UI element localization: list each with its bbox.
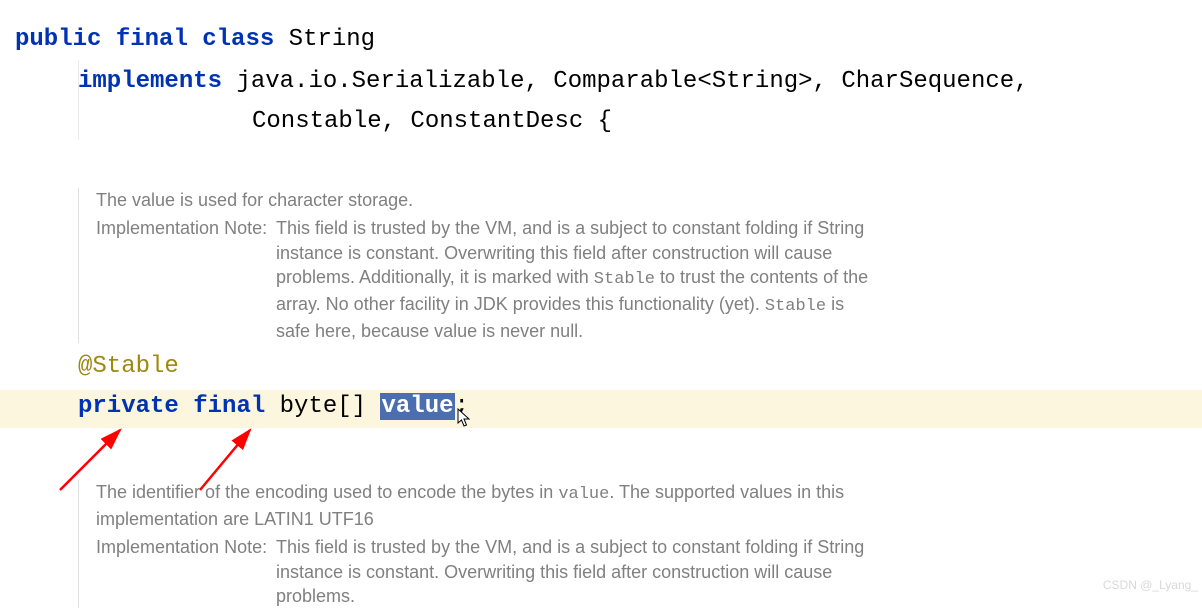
keyword-private: private xyxy=(78,393,179,420)
doc2-p1-code: value xyxy=(558,485,609,504)
javadoc-coder-field: The identifier of the encoding used to e… xyxy=(78,480,898,608)
doc2-label: Implementation Note: xyxy=(96,535,276,559)
doc2-p1-a: The identifier of the encoding used to e… xyxy=(96,482,558,502)
watermark: CSDN @_Lyang_ xyxy=(1103,578,1198,592)
type-string: String xyxy=(289,26,375,53)
code-line-implements-cont: Constable, ConstantDesc { xyxy=(252,102,612,143)
semicolon: ; xyxy=(455,393,469,420)
implements-types-a: java.io.Serializable, Comparable<String>… xyxy=(236,68,1028,95)
annotation-stable: @Stable xyxy=(78,353,179,380)
selected-identifier-value[interactable]: value xyxy=(380,393,454,420)
keyword-final: final xyxy=(116,26,188,53)
keyword-class: class xyxy=(202,26,274,53)
keyword-public: public xyxy=(15,26,101,53)
doc1-stable2: Stable xyxy=(765,297,826,316)
keyword-implements: implements xyxy=(78,68,222,95)
code-line-field-decl[interactable]: private final byte[] value; xyxy=(78,393,469,420)
doc1-summary: The value is used for character storage. xyxy=(96,188,898,212)
keyword-final-2: final xyxy=(193,393,265,420)
doc2-summary: The identifier of the encoding used to e… xyxy=(96,480,856,531)
implements-types-b: Constable, ConstantDesc { xyxy=(252,108,612,135)
doc2-body: This field is trusted by the VM, and is … xyxy=(276,535,876,608)
javadoc-value-field: The value is used for character storage.… xyxy=(78,188,898,343)
doc1-label: Implementation Note: xyxy=(96,216,276,240)
code-line-implements: implements java.io.Serializable, Compara… xyxy=(78,62,1178,103)
doc1-body: This field is trusted by the VM, and is … xyxy=(276,216,876,343)
doc1-stable1: Stable xyxy=(594,270,655,289)
code-line-class-decl: public final class String xyxy=(15,20,375,61)
code-line-annotation: @Stable xyxy=(78,353,179,380)
type-byte-array: byte[] xyxy=(280,393,366,420)
